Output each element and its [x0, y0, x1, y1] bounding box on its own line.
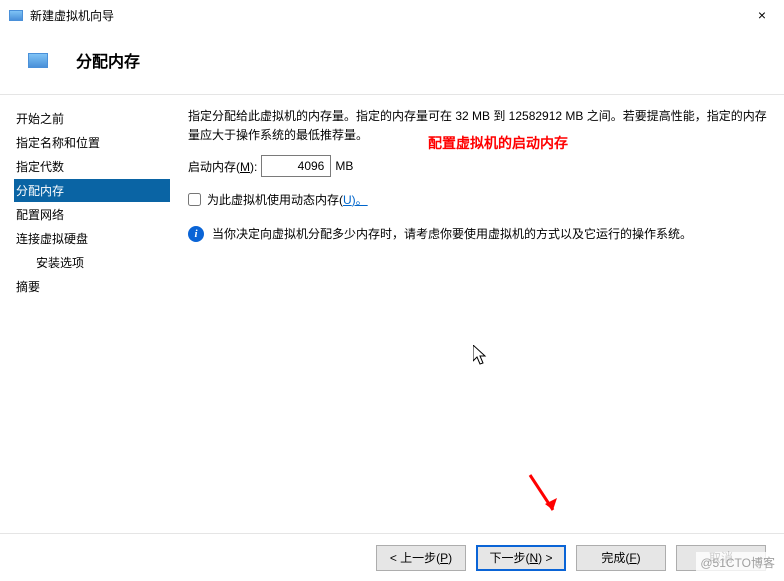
- dynamic-memory-label: 为此虚拟机使用动态内存(U)。: [207, 191, 368, 208]
- sidebar-item-before-begin[interactable]: 开始之前: [14, 107, 170, 130]
- sidebar: 开始之前 指定名称和位置 指定代数 分配内存 配置网络 连接虚拟硬盘 安装选项 …: [0, 95, 180, 533]
- startup-memory-input[interactable]: [261, 155, 331, 177]
- close-button[interactable]: ×: [748, 3, 776, 27]
- sidebar-item-memory[interactable]: 分配内存: [14, 179, 170, 202]
- finish-button[interactable]: 完成(F): [576, 545, 666, 571]
- memory-unit-label: MB: [335, 159, 353, 173]
- body: 开始之前 指定名称和位置 指定代数 分配内存 配置网络 连接虚拟硬盘 安装选项 …: [0, 95, 784, 533]
- wizard-window: 新建虚拟机向导 × 分配内存 开始之前 指定名称和位置 指定代数 分配内存 配置…: [0, 0, 784, 581]
- page-title: 分配内存: [76, 48, 140, 72]
- next-button[interactable]: 下一步(N) >: [476, 545, 566, 571]
- info-text: 当你决定向虚拟机分配多少内存时，请考虑你要使用虚拟机的方式以及它运行的操作系统。: [212, 226, 692, 243]
- cursor-icon: [473, 345, 489, 367]
- back-button[interactable]: < 上一步(P): [376, 545, 466, 571]
- page-header: 分配内存: [0, 30, 784, 94]
- content-area: 指定分配给此虚拟机的内存量。指定的内存量可在 32 MB 到 12582912 …: [180, 95, 784, 533]
- sidebar-item-vhd[interactable]: 连接虚拟硬盘: [14, 227, 170, 250]
- dynamic-memory-row: 为此虚拟机使用动态内存(U)。: [188, 191, 770, 208]
- footer: < 上一步(P) 下一步(N) > 完成(F) 取消: [0, 533, 784, 581]
- app-icon: [8, 7, 24, 23]
- sidebar-item-install-options[interactable]: 安装选项: [14, 251, 170, 274]
- startup-memory-row: 启动内存(M): MB: [188, 155, 770, 177]
- startup-memory-label: 启动内存(M):: [188, 158, 257, 175]
- info-row: i 当你决定向虚拟机分配多少内存时，请考虑你要使用虚拟机的方式以及它运行的操作系…: [188, 226, 770, 243]
- red-arrow-annotation-icon: [525, 470, 565, 525]
- titlebar: 新建虚拟机向导 ×: [0, 0, 784, 30]
- watermark: @51CTO博客: [696, 552, 779, 573]
- sidebar-item-network[interactable]: 配置网络: [14, 203, 170, 226]
- header-icon: [22, 48, 54, 72]
- sidebar-item-name-location[interactable]: 指定名称和位置: [14, 131, 170, 154]
- sidebar-item-generation[interactable]: 指定代数: [14, 155, 170, 178]
- info-icon: i: [188, 226, 204, 242]
- dynamic-memory-checkbox[interactable]: [188, 193, 201, 206]
- window-title: 新建虚拟机向导: [30, 7, 114, 24]
- annotation-text: 配置虚拟机的启动内存: [428, 133, 568, 153]
- sidebar-item-summary[interactable]: 摘要: [14, 275, 170, 298]
